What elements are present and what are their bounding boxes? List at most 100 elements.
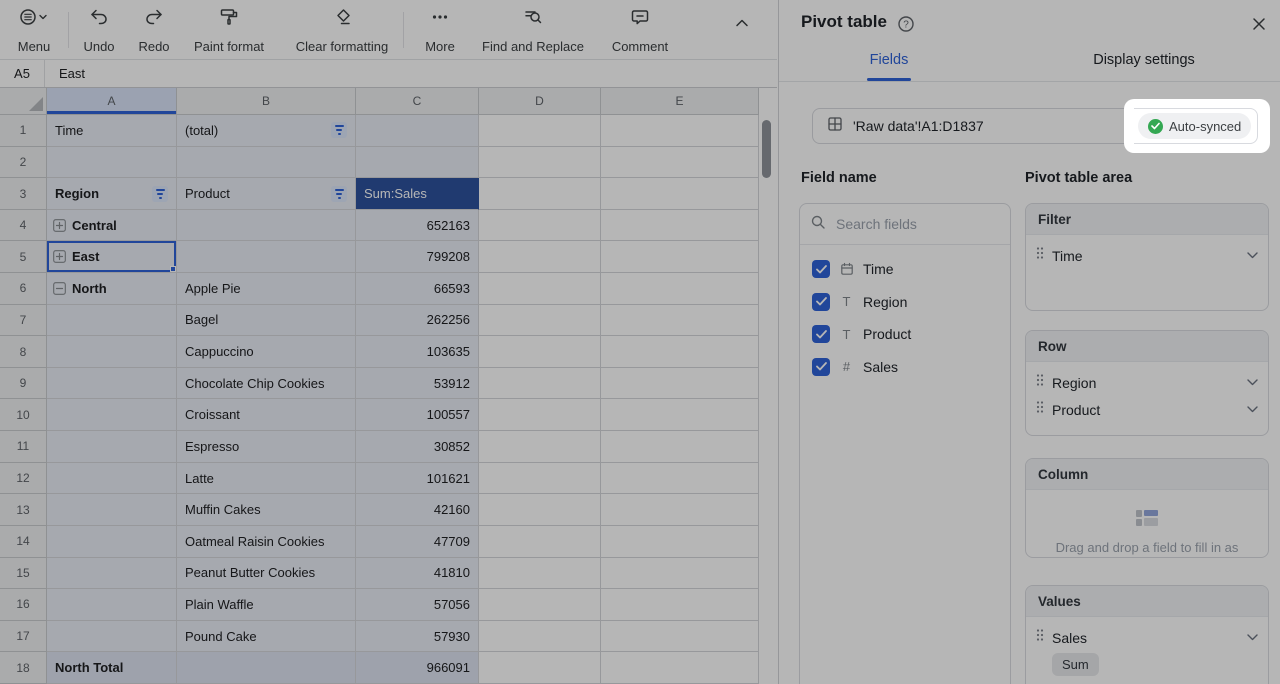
- row-header-3[interactable]: 3: [0, 178, 47, 210]
- cell-D14[interactable]: [479, 526, 601, 558]
- drag-handle-icon[interactable]: [1036, 400, 1044, 419]
- cell-C17[interactable]: 57930: [356, 621, 479, 653]
- cell-C15[interactable]: 41810: [356, 558, 479, 590]
- column-header-E[interactable]: E: [601, 88, 759, 115]
- cell-C2[interactable]: [356, 147, 479, 179]
- cell-D10[interactable]: [479, 399, 601, 431]
- cell-D2[interactable]: [479, 147, 601, 179]
- field-item-sales[interactable]: #Sales: [800, 351, 1010, 384]
- cell-A10[interactable]: [47, 399, 177, 431]
- cell-E15[interactable]: [601, 558, 759, 590]
- cell-B7[interactable]: Bagel: [177, 305, 356, 337]
- cell-D16[interactable]: [479, 589, 601, 621]
- paint-format-button[interactable]: Paint format: [184, 6, 274, 54]
- column-header-A[interactable]: A: [47, 88, 177, 115]
- cell-D18[interactable]: [479, 652, 601, 684]
- column-header-C[interactable]: C: [356, 88, 479, 115]
- cell-D8[interactable]: [479, 336, 601, 368]
- cell-B12[interactable]: Latte: [177, 463, 356, 495]
- cell-A2[interactable]: [47, 147, 177, 179]
- cell-B17[interactable]: Pound Cake: [177, 621, 356, 653]
- field-checkbox-region[interactable]: [812, 293, 830, 311]
- area-item-time[interactable]: Time: [1026, 242, 1268, 269]
- drag-handle-icon[interactable]: [1036, 628, 1044, 647]
- chevron-down-icon[interactable]: [1247, 634, 1258, 641]
- cell-B1[interactable]: (total): [177, 115, 356, 147]
- area-item-product[interactable]: Product: [1026, 396, 1268, 423]
- cell-A11[interactable]: [47, 431, 177, 463]
- column-header-D[interactable]: D: [479, 88, 601, 115]
- row-header-6[interactable]: 6: [0, 273, 47, 305]
- cell-B8[interactable]: Cappuccino: [177, 336, 356, 368]
- cell-C16[interactable]: 57056: [356, 589, 479, 621]
- cell-E16[interactable]: [601, 589, 759, 621]
- cell-A15[interactable]: [47, 558, 177, 590]
- field-checkbox-product[interactable]: [812, 325, 830, 343]
- field-item-region[interactable]: TRegion: [800, 286, 1010, 319]
- cell-E4[interactable]: [601, 210, 759, 242]
- tab-fields[interactable]: Fields: [839, 52, 939, 68]
- cell-E10[interactable]: [601, 399, 759, 431]
- cell-C7[interactable]: 262256: [356, 305, 479, 337]
- row-header-10[interactable]: 10: [0, 399, 47, 431]
- cell-B11[interactable]: Espresso: [177, 431, 356, 463]
- row-header-2[interactable]: 2: [0, 147, 47, 179]
- cell-C8[interactable]: 103635: [356, 336, 479, 368]
- vertical-scrollbar-thumb[interactable]: [762, 120, 771, 178]
- area-item-region[interactable]: Region: [1026, 369, 1268, 396]
- cell-E12[interactable]: [601, 463, 759, 495]
- cell-A13[interactable]: [47, 494, 177, 526]
- filter-icon[interactable]: [152, 186, 168, 202]
- comment-button[interactable]: Comment: [605, 6, 675, 54]
- row-header-11[interactable]: 11: [0, 431, 47, 463]
- cell-D1[interactable]: [479, 115, 601, 147]
- cell-C6[interactable]: 66593: [356, 273, 479, 305]
- cell-C4[interactable]: 652163: [356, 210, 479, 242]
- cell-E9[interactable]: [601, 368, 759, 400]
- cell-B3[interactable]: Product: [177, 178, 356, 210]
- chevron-down-icon[interactable]: [1247, 379, 1258, 386]
- tab-display-settings[interactable]: Display settings: [1069, 52, 1219, 68]
- cell-E17[interactable]: [601, 621, 759, 653]
- row-header-9[interactable]: 9: [0, 368, 47, 400]
- cell-B4[interactable]: [177, 210, 356, 242]
- cell-D6[interactable]: [479, 273, 601, 305]
- cell-A4[interactable]: Central: [47, 210, 177, 242]
- cell-B5[interactable]: [177, 241, 356, 273]
- row-header-16[interactable]: 16: [0, 589, 47, 621]
- cell-C14[interactable]: 47709: [356, 526, 479, 558]
- cell-A5[interactable]: East: [47, 241, 177, 273]
- cell-D4[interactable]: [479, 210, 601, 242]
- row-header-1[interactable]: 1: [0, 115, 47, 147]
- menu-button[interactable]: Menu: [10, 6, 58, 54]
- cell-A9[interactable]: [47, 368, 177, 400]
- cell-C3[interactable]: Sum:Sales: [356, 178, 479, 210]
- cell-A1[interactable]: Time: [47, 115, 177, 147]
- cell-A7[interactable]: [47, 305, 177, 337]
- cell-E3[interactable]: [601, 178, 759, 210]
- cell-E14[interactable]: [601, 526, 759, 558]
- cell-B2[interactable]: [177, 147, 356, 179]
- cell-D11[interactable]: [479, 431, 601, 463]
- cell-B6[interactable]: Apple Pie: [177, 273, 356, 305]
- cell-D17[interactable]: [479, 621, 601, 653]
- cell-E1[interactable]: [601, 115, 759, 147]
- row-header-5[interactable]: 5: [0, 241, 47, 273]
- cell-C11[interactable]: 30852: [356, 431, 479, 463]
- selection-fill-handle[interactable]: [170, 266, 176, 272]
- row-header-13[interactable]: 13: [0, 494, 47, 526]
- help-icon[interactable]: ?: [897, 15, 915, 38]
- column-header-B[interactable]: B: [177, 88, 356, 115]
- chevron-down-icon[interactable]: [1247, 406, 1258, 413]
- cell-E6[interactable]: [601, 273, 759, 305]
- row-header-4[interactable]: 4: [0, 210, 47, 242]
- row-header-17[interactable]: 17: [0, 621, 47, 653]
- undo-button[interactable]: Undo: [77, 6, 121, 54]
- row-header-7[interactable]: 7: [0, 305, 47, 337]
- cell-C13[interactable]: 42160: [356, 494, 479, 526]
- cell-C5[interactable]: 799208: [356, 241, 479, 273]
- cell-D12[interactable]: [479, 463, 601, 495]
- cell-A12[interactable]: [47, 463, 177, 495]
- cell-E13[interactable]: [601, 494, 759, 526]
- cell-A17[interactable]: [47, 621, 177, 653]
